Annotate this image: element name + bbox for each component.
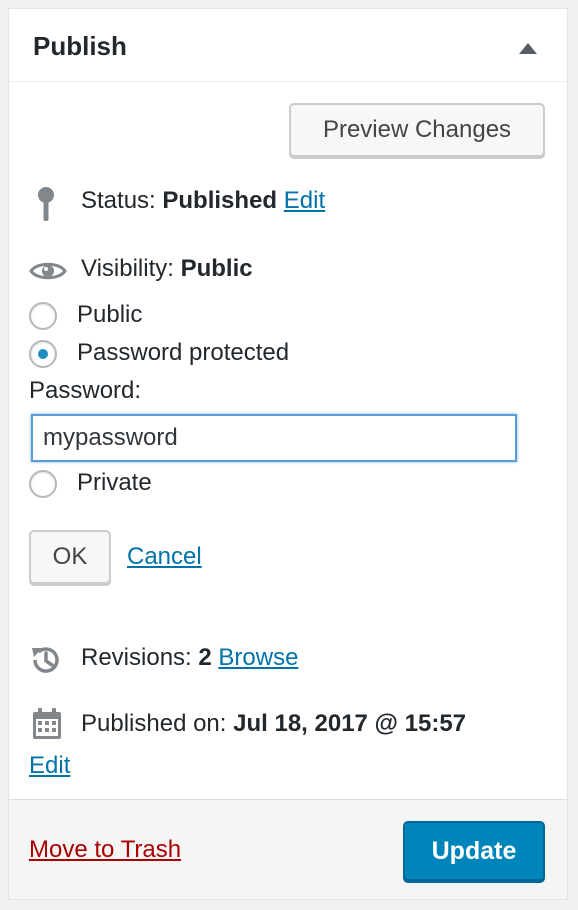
history-icon	[32, 647, 59, 673]
browse-revisions-link[interactable]: Browse	[218, 644, 298, 671]
published-on-edit-link[interactable]: Edit	[29, 752, 70, 779]
published-on-label: Published on:	[81, 710, 227, 737]
cancel-link-wrap: Cancel	[127, 543, 202, 571]
status-value: Published	[162, 187, 278, 214]
status-edit-link[interactable]: Edit	[284, 187, 325, 214]
panel-title: Publish	[33, 31, 127, 61]
status-row: Status: Published Edit	[81, 187, 325, 215]
status-label: Status:	[81, 187, 156, 214]
radio-private-label[interactable]: Private	[77, 469, 152, 497]
eye-icon	[29, 262, 67, 280]
radio-password-protected[interactable]	[29, 340, 57, 368]
password-label: Password:	[29, 377, 142, 404]
visibility-value: Public	[180, 255, 253, 282]
update-button[interactable]: Update	[403, 821, 545, 881]
publish-actions-footer: Move to Trash Update	[9, 799, 567, 899]
radio-public-label[interactable]: Public	[77, 301, 142, 329]
published-on-value: Jul 18, 2017 @ 15:57	[233, 710, 467, 737]
revisions-count: 2	[198, 644, 212, 671]
radio-private[interactable]	[29, 470, 57, 498]
preview-changes-button[interactable]: Preview Changes	[289, 103, 545, 157]
published-on-row: Published on: Jul 18, 2017 @ 15:57	[81, 710, 466, 738]
radio-password-protected-label[interactable]: Password protected	[77, 339, 289, 367]
published-on-edit-wrap: Edit	[29, 752, 70, 780]
collapse-arrow-icon[interactable]	[519, 43, 537, 54]
trash-link-wrap: Move to Trash	[29, 836, 181, 864]
visibility-label: Visibility:	[81, 255, 174, 282]
revisions-label: Revisions:	[81, 644, 192, 671]
cancel-link[interactable]: Cancel	[127, 543, 202, 570]
visibility-row: Visibility: Public	[81, 255, 253, 283]
calendar-icon	[33, 708, 61, 739]
ok-button[interactable]: OK	[29, 530, 111, 584]
panel-header[interactable]: Publish	[9, 9, 567, 82]
password-input[interactable]	[31, 414, 517, 462]
revisions-row: Revisions: 2 Browse	[81, 644, 298, 672]
move-to-trash-link[interactable]: Move to Trash	[29, 836, 181, 863]
publish-panel: Publish Preview Changes Status: Publishe…	[8, 8, 568, 900]
radio-public[interactable]	[29, 302, 57, 330]
pin-icon	[38, 187, 54, 221]
